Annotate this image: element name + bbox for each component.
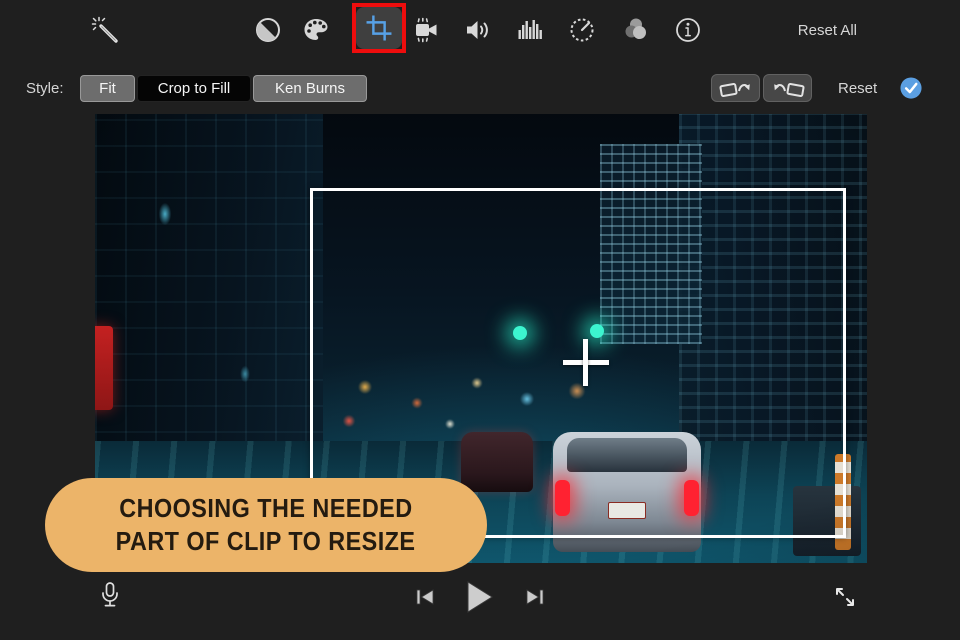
apply-checkmark-button[interactable]	[898, 75, 924, 101]
imovie-crop-adjust-window: { "toolbar": { "reset_all_label": "Reset…	[0, 0, 960, 640]
stabilization-icon[interactable]	[412, 14, 444, 46]
skip-forward-button[interactable]	[522, 585, 548, 609]
skip-back-icon	[416, 589, 434, 605]
color-filters-icon[interactable]	[620, 14, 652, 46]
play-button[interactable]	[459, 578, 497, 616]
style-label: Style:	[26, 80, 64, 97]
rotate-counterclockwise-button[interactable]	[711, 74, 760, 102]
callout-line-2: PART OF CLIP TO RESIZE	[116, 526, 416, 556]
play-icon	[467, 581, 493, 613]
style-option-crop-to-fill[interactable]: Crop to Fill	[137, 75, 251, 102]
crop-icon	[366, 15, 392, 41]
equalizer-icon[interactable]	[514, 14, 546, 46]
crop-center-cross[interactable]	[583, 339, 588, 386]
color-palette-icon[interactable]	[300, 14, 332, 46]
rotate-counterclockwise-icon	[718, 83, 750, 97]
enhance-wand-icon[interactable]	[89, 14, 121, 46]
reset-all-button[interactable]: Reset All	[798, 22, 857, 39]
info-icon[interactable]	[672, 14, 704, 46]
reset-button[interactable]: Reset	[838, 80, 877, 97]
skip-forward-icon	[526, 589, 544, 605]
annotation-callout: CHOOSING THE NEEDED PART OF CLIP TO RESI…	[45, 478, 487, 572]
style-segmented-control: Fit Crop to Fill Ken Burns	[80, 75, 367, 102]
skip-back-button[interactable]	[412, 585, 438, 609]
microphone-icon	[102, 582, 118, 607]
volume-icon[interactable]	[462, 14, 494, 46]
voiceover-record-button[interactable]	[96, 580, 124, 612]
annotation-highlight-box	[352, 3, 406, 53]
style-option-fit[interactable]: Fit	[80, 75, 135, 102]
callout-line-1: CHOOSING THE NEEDED	[119, 493, 413, 523]
fullscreen-button[interactable]	[831, 583, 859, 611]
style-option-ken-burns[interactable]: Ken Burns	[253, 75, 367, 102]
speed-icon[interactable]	[566, 14, 598, 46]
color-balance-icon[interactable]	[252, 14, 284, 46]
expand-fullscreen-icon	[836, 588, 854, 606]
rotate-clockwise-icon	[773, 83, 805, 97]
crop-tool-button[interactable]	[356, 7, 402, 49]
blue-checkmark-icon	[900, 77, 922, 99]
rotate-clockwise-button[interactable]	[763, 74, 812, 102]
